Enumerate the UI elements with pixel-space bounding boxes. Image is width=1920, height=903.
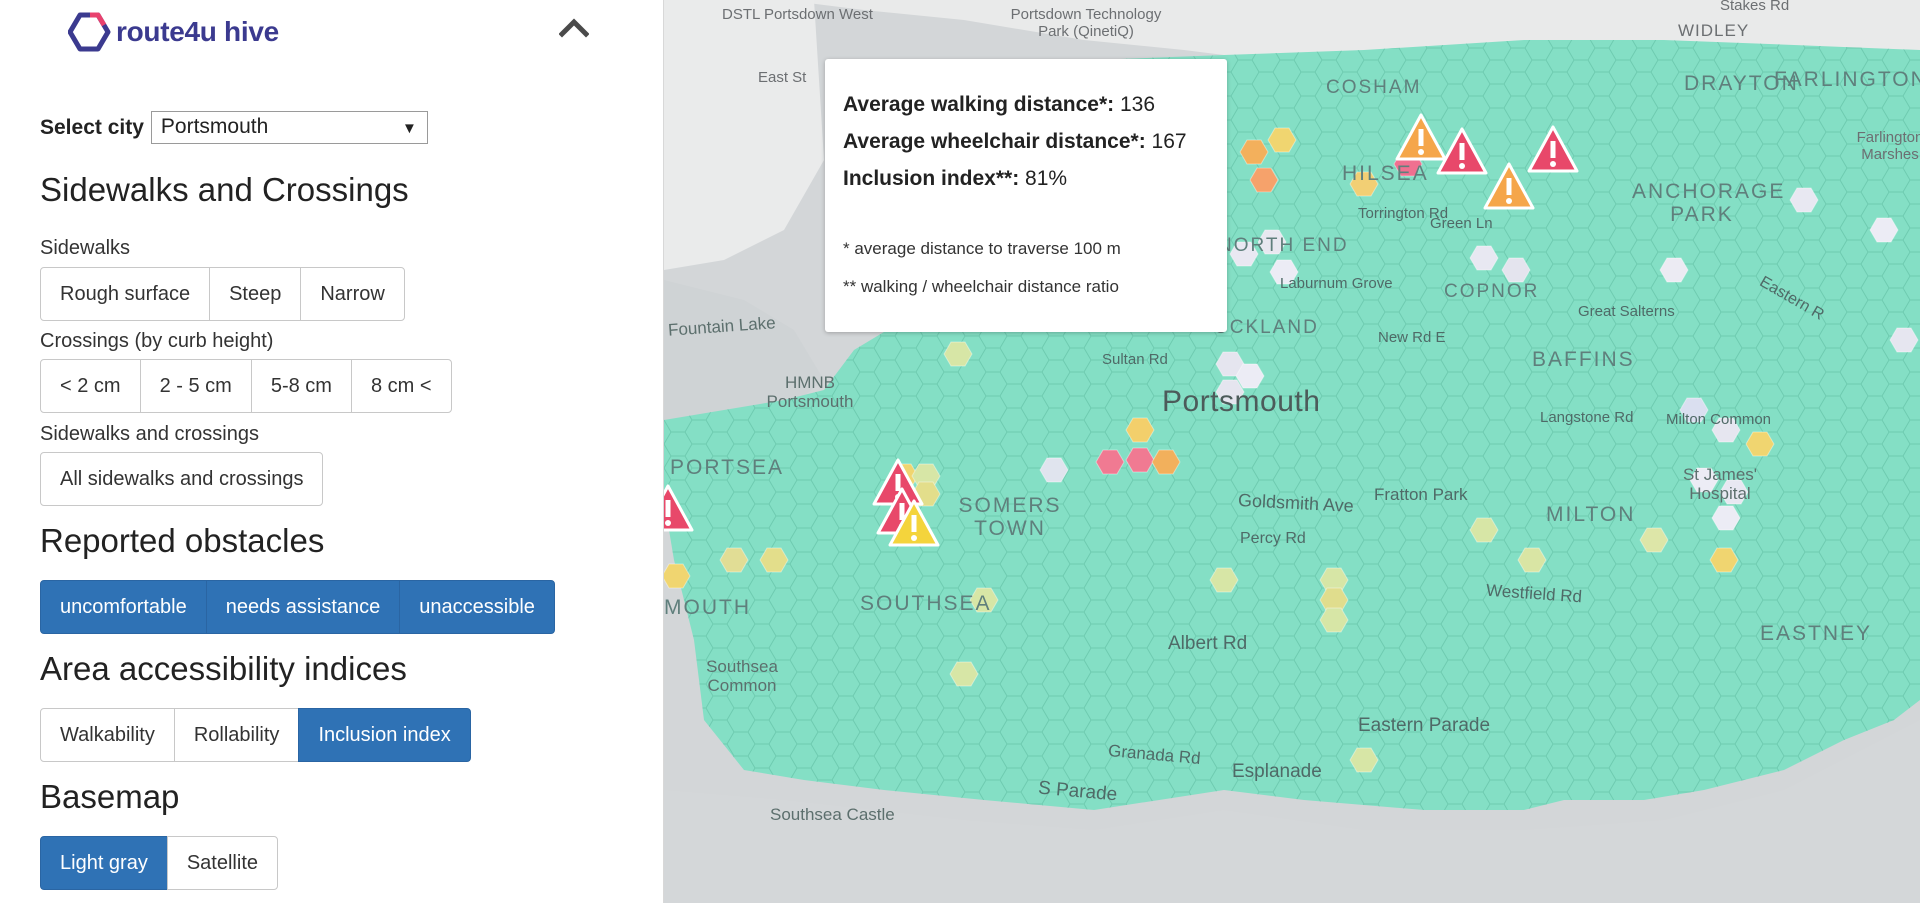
needs-assistance-button[interactable]: needs assistance <box>205 580 401 634</box>
tooltip-note-ratio: ** walking / wheelchair distance ratio <box>843 277 1119 296</box>
tooltip-inclusion-index: Inclusion index**: 81% <box>843 167 1068 190</box>
map-label-portsea: PORTSEA <box>670 456 784 479</box>
map-label-fratton-park: Fratton Park <box>1374 485 1468 504</box>
map-label-somers-town: SOMERS TOWN <box>958 494 1062 541</box>
logo-text: route4u hive <box>116 16 279 47</box>
collapse-button[interactable] <box>558 14 590 40</box>
map-label-great-salterns: Great Salterns <box>1578 303 1675 320</box>
tooltip-walking-distance: Average walking distance*: 136 <box>843 93 1156 116</box>
map-label-eastern-parade: Eastern Parade <box>1358 715 1491 736</box>
uncomfortable-button[interactable]: uncomfortable <box>40 580 207 634</box>
satellite-button[interactable]: Satellite <box>166 836 278 890</box>
map-label-copnor: COPNOR <box>1444 281 1540 302</box>
obstacles-button-group: uncomfortable needs assistance unaccessi… <box>40 580 555 634</box>
unaccessible-button[interactable]: unaccessible <box>399 580 555 634</box>
sidewalks-button-group: Rough surface Steep Narrow <box>40 267 405 321</box>
map-label-tech-park: Portsdown Technology Park (QinetiQ) <box>1010 6 1162 40</box>
sidebar: route4u hive Select city Portsmouth ▼ Si… <box>0 0 664 903</box>
crossings-label: Crossings (by curb height) <box>40 330 274 352</box>
chevron-up-icon <box>559 18 589 38</box>
map-label-farlington: FARLINGTON <box>1774 68 1920 91</box>
section-title-reported-obstacles: Reported obstacles <box>40 522 325 559</box>
map-label-anchorage-park: ANCHORAGE PARK <box>1632 180 1786 227</box>
curb-2-5cm-button[interactable]: 2 - 5 cm <box>139 359 252 413</box>
indices-button-group: Walkability Rollability Inclusion index <box>40 708 471 762</box>
map-label-southsea-common: Southsea Common <box>706 657 778 695</box>
combined-button-group: All sidewalks and crossings <box>40 452 324 506</box>
map-label-sultan-rd: Sultan Rd <box>1102 351 1168 368</box>
map-label-langstone-rd: Langstone Rd <box>1540 409 1634 426</box>
sidewalks-crossings-label: Sidewalks and crossings <box>40 423 259 445</box>
all-sidewalks-crossings-button[interactable]: All sidewalks and crossings <box>40 452 324 506</box>
map-label-milton-common: Milton Common <box>1666 411 1772 428</box>
map-label-baffins: BAFFINS <box>1532 348 1635 371</box>
rough-surface-button[interactable]: Rough surface <box>40 267 211 321</box>
walkability-button[interactable]: Walkability <box>40 708 175 762</box>
dropdown-caret-icon: ▼ <box>402 120 417 137</box>
basemap-button-group: Light gray Satellite <box>40 836 278 890</box>
curb-over-8cm-button[interactable]: 8 cm < <box>350 359 452 413</box>
map-label-stakes: Stakes Rd <box>1720 0 1790 14</box>
map-label-eastney: EASTNEY <box>1760 622 1873 645</box>
tooltip-wheelchair-distance: Average wheelchair distance*: 167 <box>843 130 1187 153</box>
map-label-southsea: SOUTHSEA <box>860 592 992 615</box>
map-label-new-rd-e: New Rd E <box>1378 329 1446 346</box>
map-label-southsea-castle: Southsea Castle <box>770 805 895 824</box>
tooltip-note-distance: * average distance to traverse 100 m <box>843 239 1121 258</box>
app-logo[interactable]: route4u hive <box>68 12 279 52</box>
map-label-percy-rd: Percy Rd <box>1240 530 1306 547</box>
section-title-basemap: Basemap <box>40 778 180 815</box>
map-label-green-ln: Green Ln <box>1430 215 1493 232</box>
curb-under-2cm-button[interactable]: < 2 cm <box>40 359 141 413</box>
map-label-hmnb: HMNB Portsmouth <box>766 373 854 411</box>
land-west <box>664 0 824 270</box>
map-label-buckland: UCKLAND <box>1214 317 1319 338</box>
section-title-indices: Area accessibility indices <box>40 650 407 687</box>
map-label-widley: WIDLEY <box>1678 21 1750 40</box>
map-label-mouth: MOUTH <box>664 596 751 619</box>
map-label-laburnum-grove: Laburnum Grove <box>1280 275 1393 292</box>
map-label-farlington-marshes: Farlington Marshes <box>1856 129 1920 163</box>
light-gray-button[interactable]: Light gray <box>40 836 168 890</box>
city-selector: Select city Portsmouth ▼ <box>40 111 428 144</box>
map-label-hilsea: HILSEA <box>1342 162 1429 185</box>
narrow-button[interactable]: Narrow <box>300 267 405 321</box>
map-label-portsmouth: Portsmouth <box>1162 385 1321 418</box>
map-label-st-james-hospital: St James' Hospital <box>1682 465 1758 503</box>
map-label-milton: MILTON <box>1546 503 1636 526</box>
map-label-albert-rd: Albert Rd <box>1168 633 1248 654</box>
hex-info-tooltip: Average walking distance*: 136 Average w… <box>825 59 1227 332</box>
city-label: Select city <box>40 115 144 139</box>
curb-5-8cm-button[interactable]: 5-8 cm <box>250 359 352 413</box>
inclusion-index-button[interactable]: Inclusion index <box>298 708 471 762</box>
map-label-esplanade: Esplanade <box>1232 761 1322 782</box>
sidewalks-label: Sidewalks <box>40 237 131 259</box>
rollability-button[interactable]: Rollability <box>173 708 300 762</box>
hexagon-logo-icon <box>68 12 111 52</box>
city-dropdown-value: Portsmouth <box>160 115 269 138</box>
steep-button[interactable]: Steep <box>209 267 302 321</box>
crossings-button-group: < 2 cm 2 - 5 cm 5-8 cm 8 cm < <box>40 359 452 413</box>
map-label-north-end: NORTH END <box>1218 235 1349 256</box>
map-label-east-st: East St <box>758 69 807 86</box>
map-label-dstl: DSTL Portsdown West <box>722 6 873 23</box>
city-dropdown[interactable]: Portsmouth ▼ <box>150 111 428 144</box>
map-label-cosham: COSHAM <box>1326 77 1422 98</box>
section-title-sidewalks-crossings: Sidewalks and Crossings <box>40 171 409 208</box>
